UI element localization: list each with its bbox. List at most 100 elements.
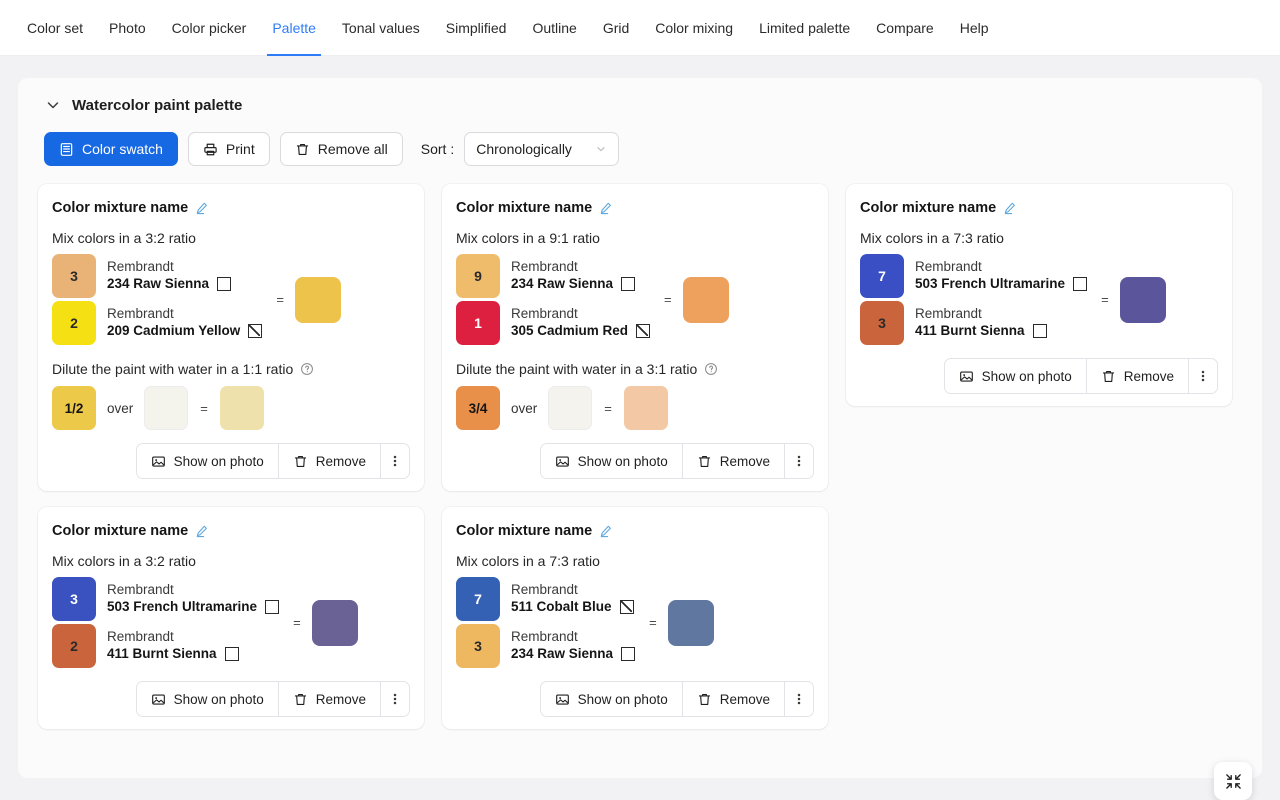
paint-row: 3 Rembrandt 234 Raw Sienna [456,624,636,668]
print-button[interactable]: Print [187,132,270,166]
dilution-instruction: Dilute the paint with water in a 1:1 rat… [52,361,410,377]
paint-info: Rembrandt 234 Raw Sienna [107,259,232,293]
opaque-paint-icon [224,647,239,662]
nav-tab-color-picker[interactable]: Color picker [159,0,260,56]
color-mixture-card: Color mixture name Mix colors in a 3:2 r… [38,507,424,729]
show-on-photo-button[interactable]: Show on photo [944,359,1087,393]
remove-label: Remove [1123,368,1174,384]
chevron-down-icon[interactable] [44,96,62,114]
show-on-photo-button[interactable]: Show on photo [540,682,683,716]
paint-name-row: 234 Raw Sienna [107,276,232,293]
paint-name: 209 Cadmium Yellow [107,323,241,338]
mixture-result-swatch [667,599,714,646]
more-options-button[interactable] [381,444,409,478]
sort-select[interactable]: Chronologically [464,132,620,166]
remove-all-button-label: Remove all [317,141,388,157]
paint-info: Rembrandt 411 Burnt Sienna [915,306,1047,340]
paint-parts-swatch: 7 [456,577,500,621]
remove-label: Remove [719,691,770,707]
paint-brand: Rembrandt [511,306,578,322]
dilution-instruction: Dilute the paint with water in a 3:1 rat… [456,361,814,377]
paint-row: 7 Rembrandt 503 French Ultramarine [860,254,1088,298]
card-actions: Show on photo Remove [860,358,1218,394]
paint-brand: Rembrandt [511,629,578,645]
help-circle-icon[interactable] [300,362,314,376]
paint-row: 9 Rembrandt 234 Raw Sienna [456,254,650,298]
nav-tab-tonal-values[interactable]: Tonal values [329,0,433,56]
paint-parts-swatch: 3 [52,254,96,298]
help-circle-icon[interactable] [704,362,718,376]
exit-fullscreen-button[interactable] [1214,762,1252,800]
paint-name-row: 234 Raw Sienna [511,276,636,293]
dilution-background-swatch [144,386,189,430]
color-mixture-card: Color mixture name Mix colors in a 7:3 r… [846,184,1232,406]
paint-name: 503 French Ultramarine [915,276,1066,291]
dilution-result-swatch [219,386,264,430]
paint-info: Rembrandt 511 Cobalt Blue [511,582,634,616]
dilution-text: Dilute the paint with water in a 3:1 rat… [456,361,698,377]
color-mixture-name: Color mixture name [456,523,593,539]
palette-toolbar: Color swatch Print Remove all Sort: Chr… [38,132,1242,166]
printer-icon [203,142,218,157]
nav-tab-photo[interactable]: Photo [96,0,159,56]
show-on-photo-button[interactable]: Show on photo [136,682,279,716]
nav-tab-outline[interactable]: Outline [519,0,589,56]
paint-brand: Rembrandt [107,259,174,275]
paint-info: Rembrandt 411 Burnt Sienna [107,629,239,663]
show-on-photo-button[interactable]: Show on photo [136,444,279,478]
more-options-button[interactable] [785,444,813,478]
show-on-photo-label: Show on photo [173,691,264,707]
more-options-button[interactable] [1189,359,1217,393]
edit-pencil-icon[interactable] [1003,201,1017,215]
panel-title: Watercolor paint palette [72,96,243,114]
dilution-fraction-swatch: 3/4 [456,386,500,430]
show-on-photo-label: Show on photo [981,368,1072,384]
paint-info: Rembrandt 503 French Ultramarine [107,582,280,616]
card-action-bar: Show on photo Remove [135,681,410,717]
nav-tab-compare[interactable]: Compare [863,0,947,56]
paint-name-row: 305 Cadmium Red [511,323,651,340]
more-options-button[interactable] [785,682,813,716]
palette-panel: Watercolor paint palette Color swatch Pr… [18,78,1262,778]
paint-parts-swatch: 7 [860,254,904,298]
remove-button[interactable]: Remove [682,682,785,716]
remove-button[interactable]: Remove [278,444,381,478]
paint-info: Rembrandt 503 French Ultramarine [915,259,1088,293]
remove-button[interactable]: Remove [278,682,381,716]
edit-pencil-icon[interactable] [599,201,613,215]
more-vertical-icon [797,691,801,707]
nav-tab-grid[interactable]: Grid [590,0,642,56]
edit-pencil-icon[interactable] [195,201,209,215]
color-swatch-button[interactable]: Color swatch [44,132,178,166]
more-options-button[interactable] [381,682,409,716]
semi-transparent-paint-icon [636,324,651,339]
semi-transparent-paint-icon [619,600,634,615]
color-mixture-card: Color mixture name Mix colors in a 3:2 r… [38,184,424,491]
paint-brand: Rembrandt [107,629,174,645]
remove-button[interactable]: Remove [1086,359,1189,393]
nav-tab-simplified[interactable]: Simplified [433,0,520,56]
remove-label: Remove [315,691,366,707]
remove-all-button[interactable]: Remove all [279,132,403,166]
edit-pencil-icon[interactable] [195,524,209,538]
remove-button[interactable]: Remove [682,444,785,478]
nav-tab-color-set[interactable]: Color set [14,0,96,56]
more-vertical-icon [1201,368,1205,384]
paint-brand: Rembrandt [915,259,982,275]
edit-pencil-icon[interactable] [599,524,613,538]
nav-tab-color-mixing[interactable]: Color mixing [642,0,746,56]
card-title-row: Color mixture name [456,523,814,539]
nav-tab-limited-palette[interactable]: Limited palette [746,0,863,56]
color-mixture-card: Color mixture name Mix colors in a 7:3 r… [442,507,828,729]
paint-brand: Rembrandt [511,259,578,275]
card-title-row: Color mixture name [456,200,814,216]
show-on-photo-button[interactable]: Show on photo [540,444,683,478]
nav-tab-help[interactable]: Help [947,0,1002,56]
nav-tab-palette[interactable]: Palette [259,0,329,56]
color-mixture-name: Color mixture name [52,523,189,539]
paint-name: 411 Burnt Sienna [107,646,217,661]
collapse-arrows-icon [1224,772,1243,791]
mix-ratio-text: Mix colors in a 9:1 ratio [456,230,600,246]
trash-icon [295,142,310,157]
color-mixture-name: Color mixture name [860,200,997,216]
